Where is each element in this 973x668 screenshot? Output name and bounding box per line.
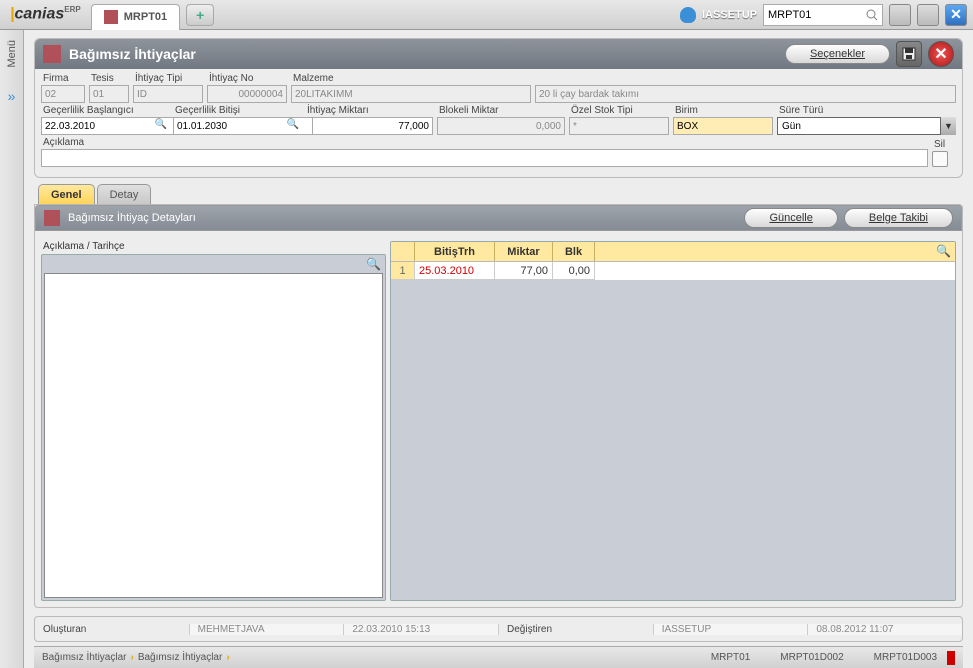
firma-label: Firma [41,73,85,84]
ihtiyac-tipi-field [133,85,203,103]
grid-col-bitis[interactable]: BitişTrh [415,242,495,261]
logo-text: canias [14,6,64,23]
blokeli-field [437,117,565,135]
guncelle-button[interactable]: Güncelle [744,208,837,228]
page-title: Bağımsız İhtiyaçlar [69,46,196,62]
grid-row[interactable]: 1 25.03.2010 77,00 0,00 [391,262,955,280]
aciklama-input[interactable] [41,149,928,167]
ihtiyac-no-label: İhtiyaç No [207,73,287,84]
breadcrumb: Bağımsız İhtiyaçlar › Bağımsız İhtiyaçla… [42,652,230,663]
sure-select-value[interactable]: Gün [777,117,956,135]
grid-header: BitişTrh Miktar Blk [391,242,955,262]
blokeli-label: Blokeli Miktar [437,105,565,116]
olusturan-date: 22.03.2010 15:13 [344,624,499,635]
tool-button-2[interactable] [917,4,939,26]
grid-cell-blk[interactable]: 0,00 [553,262,595,280]
user-icon [680,7,696,23]
status-bar: Bağımsız İhtiyaçlar › Bağımsız İhtiyaçla… [34,646,963,668]
side-expand-icon[interactable]: » [8,88,16,104]
malzeme-label: Malzeme [291,73,531,84]
side-menu: Menü » [0,30,24,668]
grid-col-miktar[interactable]: Miktar [495,242,553,261]
logo-sup: ERP [64,5,80,14]
breadcrumb-2[interactable]: Bağımsız İhtiyaçlar [138,652,222,663]
sure-select[interactable]: Gün ▼ [777,117,956,135]
sure-label: Süre Türü [777,105,956,116]
new-tab-button[interactable]: + [186,4,214,26]
tab-detay[interactable]: Detay [97,184,152,204]
grid-rownum: 1 [391,262,415,280]
aciklama-label: Açıklama [41,137,928,148]
belge-takibi-button[interactable]: Belge Takibi [844,208,953,228]
sub-title: Bağımsız İhtiyaç Detayları [68,212,196,224]
app-close-button[interactable]: ✕ [945,4,967,26]
footer-info: Oluşturan MEHMETJAVA 22.03.2010 15:13 De… [34,616,963,642]
birim-field [673,117,773,135]
tesis-field [89,85,129,103]
gec-bas-label: Geçerlilik Başlangıcı [41,105,169,116]
ihtiyac-tipi-label: İhtiyaç Tipi [133,73,203,84]
malzeme-desc-field [535,85,956,103]
tab-mrpt01[interactable]: MRPT01 [91,4,180,30]
ozel-stok-field [569,117,669,135]
save-button[interactable] [896,41,922,67]
degistiren-value: IASSETUP [654,624,809,635]
sil-label: Sil [932,139,956,150]
page-header: Bağımsız İhtiyaçlar Seçenekler ✕ [35,39,962,69]
firma-field [41,85,85,103]
grid-rownum-header [391,242,415,261]
user-label: IASSETUP [702,9,757,21]
iht-miktar-input[interactable] [305,117,433,135]
sub-header: Bağımsız İhtiyaç Detayları Güncelle Belg… [35,205,962,231]
status-code-3: MRPT01D003 [874,652,937,663]
left-pane-label: Açıklama / Tarihçe [41,241,386,254]
iht-miktar-label: İhtiyaç Miktarı [305,105,433,116]
olusturan-value: MEHMETJAVA [190,624,345,635]
aciklama-tarihce-textarea[interactable] [44,273,383,598]
app-logo: |caniasERP [0,5,91,23]
grid-cell-bitis[interactable]: 25.03.2010 [415,262,495,280]
grid-col-blk[interactable]: Blk [553,242,595,261]
degistiren-label: Değiştiren [499,624,654,635]
close-icon: ✕ [934,44,947,64]
grid-cell-miktar[interactable]: 77,00 [495,262,553,280]
side-menu-toggle[interactable]: Menü [6,40,18,68]
tab-label: MRPT01 [124,11,167,23]
gec-bit-lookup-icon[interactable]: 🔍 [287,119,299,130]
birim-label: Birim [673,105,773,116]
degistiren-date: 08.08.2012 11:07 [808,624,962,635]
close-button[interactable]: ✕ [928,41,954,67]
ihtiyac-no-field [207,85,287,103]
module-icon [104,10,118,24]
top-bar: |caniasERP MRPT01 + IASSETUP ✕ [0,0,973,30]
left-pane-expand-icon[interactable]: 🔍 [366,257,381,271]
gec-bas-lookup-icon[interactable]: 🔍 [155,119,167,130]
sub-icon [44,210,60,226]
form-section: Firma Tesis İhtiyaç Tipi İhtiyaç No Malz… [35,69,962,177]
tab-genel[interactable]: Genel [38,184,95,204]
ozel-stok-label: Özel Stok Tipi [569,105,669,116]
breadcrumb-sep: › [130,652,133,663]
options-button[interactable]: Seçenekler [785,44,890,64]
grid-body: 1 25.03.2010 77,00 0,00 [391,262,955,600]
status-code-1: MRPT01 [711,652,750,663]
breadcrumb-1[interactable]: Bağımsız İhtiyaçlar [42,652,126,663]
status-code-2: MRPT01D002 [780,652,843,663]
right-pane-expand-icon[interactable]: 🔍 [936,244,951,258]
tabs: Genel Detay [34,184,963,204]
global-search-input[interactable] [763,4,883,26]
sil-checkbox[interactable] [932,151,948,167]
tesis-label: Tesis [89,73,129,84]
malzeme-field [291,85,531,103]
gec-bit-label: Geçerlilik Bitişi [173,105,301,116]
status-indicator-icon [947,651,955,665]
breadcrumb-sep: › [226,652,229,663]
chevron-down-icon: ▼ [940,117,956,135]
page-icon [43,45,61,63]
olusturan-label: Oluşturan [35,624,190,635]
tool-button-1[interactable] [889,4,911,26]
